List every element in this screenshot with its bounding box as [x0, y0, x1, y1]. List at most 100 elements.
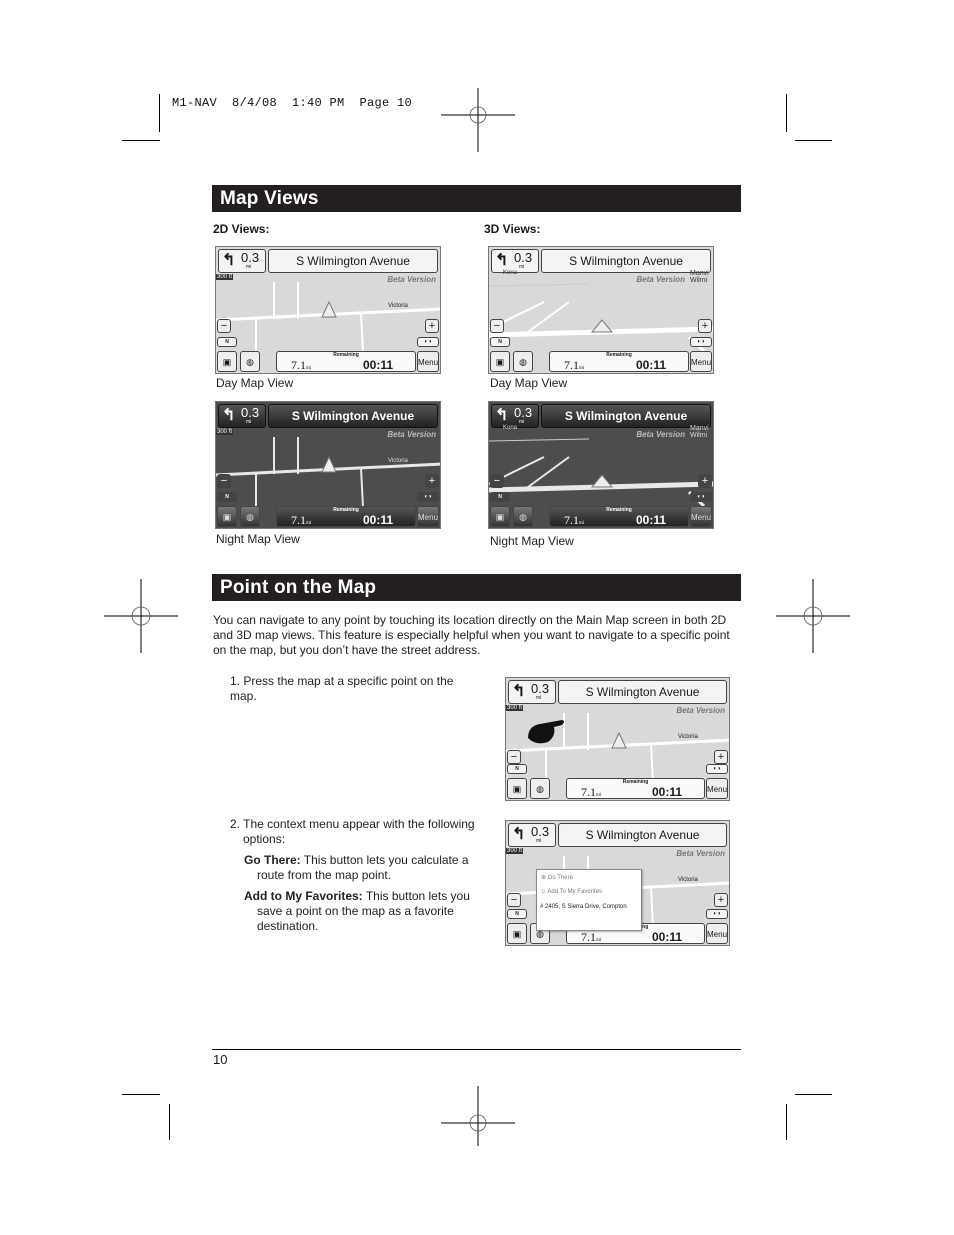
map-scale: 300 ft — [506, 848, 524, 854]
map-scale: 300 ft — [216, 274, 234, 280]
zoom-in-button[interactable]: + — [425, 319, 439, 333]
speaker-icon: ◍ — [519, 512, 527, 522]
menu-button[interactable]: Menu — [417, 506, 439, 527]
menu-button[interactable]: Menu — [690, 506, 712, 527]
add-favorites-menu-item[interactable]: ✩ Add To My Favorites — [541, 888, 602, 895]
screenshot-day-2d: ↰ 0.3 mi S Wilmington Avenue 300 ft Vict… — [215, 246, 441, 374]
view-3d-button[interactable]: ▣ — [507, 778, 527, 799]
step-text: Press the map at a specific point on the… — [230, 674, 454, 703]
north-orientation-button[interactable]: N — [507, 909, 527, 919]
next-turn-box[interactable]: ↰ 0.3 mi — [218, 249, 266, 273]
zoom-out-button[interactable]: − — [490, 474, 504, 488]
cube-icon: ▣ — [512, 784, 522, 794]
crop-mark — [159, 94, 160, 132]
volume-button[interactable]: ◍ — [513, 351, 533, 372]
north-orientation-button[interactable]: N — [217, 337, 237, 347]
remaining-distance: 7.1mi — [564, 513, 585, 527]
option-go-there: Go There: This button lets you calculate… — [244, 853, 482, 883]
next-turn-box[interactable]: ↰ 0.3 mi — [218, 404, 266, 428]
current-street: S Wilmington Avenue — [541, 404, 711, 428]
vehicle-arrow-icon — [611, 731, 627, 749]
day-night-toggle-icon[interactable]: ◐◑ — [417, 337, 439, 347]
day-night-toggle-icon[interactable]: ◐◑ — [706, 909, 728, 919]
turn-left-arrow-icon: ↰ — [222, 252, 236, 269]
screenshot-context-menu: ↰ 0.3 mi S Wilmington Avenue 300 ft Vict… — [505, 820, 730, 946]
nav-bottom-bar: ▣ ◍ Remaining 7.1mi 00:11 Menu — [489, 504, 713, 528]
remaining-time: 00:11 — [635, 513, 666, 527]
section-heading-point-on-map: Point on the Map — [212, 574, 741, 601]
street-label-victoria: Victoria — [388, 303, 408, 309]
vehicle-arrow-icon — [590, 319, 614, 333]
day-night-toggle-icon[interactable]: ◐◑ — [690, 337, 712, 347]
step-1: 1. Press the map at a specific point on … — [230, 674, 470, 704]
pointing-hand-icon — [528, 720, 564, 744]
nav-top-bar: ↰ 0.3 mi S Wilmington Avenue — [489, 402, 713, 428]
menu-button[interactable]: Menu — [706, 923, 728, 944]
road — [360, 467, 364, 508]
beta-watermark: Beta Version — [387, 275, 436, 284]
view-3d-button[interactable]: ▣ — [490, 506, 510, 527]
zoom-in-button[interactable]: + — [425, 474, 439, 488]
step-number: 2. — [230, 817, 241, 831]
north-orientation-button[interactable]: N — [507, 764, 527, 774]
north-orientation-button[interactable]: N — [217, 492, 237, 502]
volume-button[interactable]: ◍ — [240, 506, 260, 527]
speaker-icon: ◍ — [536, 784, 544, 794]
zoom-out-button[interactable]: − — [507, 893, 521, 907]
turn-distance: 0.3 — [514, 405, 533, 420]
map-scale: 300 ft — [216, 429, 234, 435]
turn-distance-unit: mi — [536, 695, 542, 701]
remaining-info: Remaining 7.1mi 00:11 — [276, 506, 416, 527]
caption-day-2d: Day Map View — [216, 376, 294, 390]
go-there-menu-item[interactable]: ⊛ Go There — [541, 874, 573, 881]
remaining-time: 00:11 — [362, 513, 393, 527]
caption-night-2d: Night Map View — [216, 532, 300, 546]
menu-button[interactable]: Menu — [706, 778, 728, 799]
volume-button[interactable]: ◍ — [530, 778, 550, 799]
nav-bottom-bar: ▣ ◍ Remaining 7.1mi 00:11 Menu — [506, 776, 729, 800]
current-street: S Wilmington Avenue — [541, 249, 711, 273]
volume-button[interactable]: ◍ — [240, 351, 260, 372]
street-label: Manvi Wilmi — [690, 270, 709, 284]
crop-mark — [795, 1094, 832, 1095]
zoom-out-button[interactable]: − — [217, 474, 231, 488]
menu-button[interactable]: Menu — [417, 351, 439, 372]
crop-mark — [786, 94, 787, 132]
road — [489, 438, 590, 442]
cube-icon: ▣ — [222, 512, 232, 522]
remaining-distance: 7.1mi — [291, 358, 312, 372]
zoom-in-button[interactable]: + — [698, 319, 712, 333]
north-orientation-button[interactable]: N — [490, 492, 510, 502]
zoom-out-button[interactable]: − — [490, 319, 504, 333]
zoom-out-button[interactable]: − — [217, 319, 231, 333]
current-street: S Wilmington Avenue — [268, 249, 438, 273]
north-orientation-button[interactable]: N — [490, 337, 510, 347]
street-label: Kona — [503, 270, 518, 276]
zoom-in-button[interactable]: + — [714, 893, 728, 907]
current-street: S Wilmington Avenue — [558, 680, 727, 704]
zoom-out-button[interactable]: − — [507, 750, 521, 764]
cube-icon: ▣ — [495, 512, 505, 522]
view-3d-button[interactable]: ▣ — [217, 506, 237, 527]
zoom-in-button[interactable]: + — [714, 750, 728, 764]
volume-button[interactable]: ◍ — [513, 506, 533, 527]
registration-mark-icon — [441, 88, 515, 152]
nav-top-bar: ↰ 0.3 mi S Wilmington Avenue — [216, 247, 440, 273]
nav-top-bar: ↰ 0.3 mi S Wilmington Avenue — [506, 678, 729, 704]
day-night-toggle-icon[interactable]: ◐◑ — [706, 764, 728, 774]
beta-watermark: Beta Version — [636, 275, 685, 284]
zoom-in-button[interactable]: + — [698, 474, 712, 488]
day-night-toggle-icon[interactable]: ◐◑ — [417, 492, 439, 502]
turn-left-arrow-icon: ↰ — [512, 826, 526, 843]
view-3d-button[interactable]: ▣ — [507, 923, 527, 944]
option-term: Go There: — [244, 853, 301, 867]
view-3d-button[interactable]: ▣ — [490, 351, 510, 372]
next-turn-box[interactable]: ↰ 0.3 mi — [508, 823, 556, 847]
map-scale: 300 ft — [506, 705, 524, 711]
next-turn-box[interactable]: ↰ 0.3 mi — [508, 680, 556, 704]
menu-button[interactable]: Menu — [690, 351, 712, 372]
beta-watermark: Beta Version — [387, 430, 436, 439]
view-3d-button[interactable]: ▣ — [217, 351, 237, 372]
day-night-toggle-icon[interactable]: ◐◑ — [690, 492, 712, 502]
nav-bottom-bar: ▣ ◍ Remaining 7.1mi 00:11 Menu — [216, 349, 440, 373]
